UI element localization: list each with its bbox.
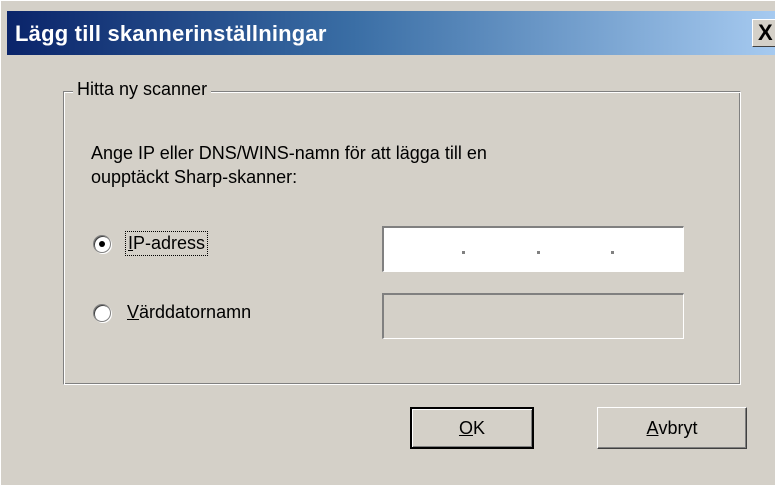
ok-button[interactable]: OK xyxy=(410,407,534,449)
ip-address-input[interactable] xyxy=(382,226,684,272)
hostname-input[interactable] xyxy=(382,293,684,339)
ip-separator-3 xyxy=(611,251,614,254)
ip-address-option[interactable]: IP-adress xyxy=(93,231,209,256)
hostname-option[interactable]: Värddatornamn xyxy=(93,301,253,324)
instruction-line-2: oupptäckt Sharp-skanner: xyxy=(91,167,298,187)
close-button[interactable]: X xyxy=(752,19,775,47)
window-title: Lägg till skannerinställningar xyxy=(15,21,327,46)
close-icon: X xyxy=(758,20,773,45)
cancel-button[interactable]: Avbryt xyxy=(597,407,747,449)
ip-separator-2 xyxy=(537,251,540,254)
radio-selected-dot xyxy=(99,240,105,247)
group-legend: Hitta ny scanner xyxy=(73,79,212,100)
ip-address-label[interactable]: IP-adress xyxy=(125,231,209,256)
ip-separator-1 xyxy=(462,251,465,254)
instruction-text: Ange IP eller DNS/WINS-namn för att lägg… xyxy=(91,141,611,189)
ip-address-radio[interactable] xyxy=(93,234,111,253)
add-scanner-dialog: Lägg till skannerinställningar X Hitta n… xyxy=(0,0,775,485)
instruction-line-1: Ange IP eller DNS/WINS-namn för att lägg… xyxy=(91,143,487,163)
hostname-label[interactable]: Värddatornamn xyxy=(125,301,253,324)
hostname-radio[interactable] xyxy=(93,303,111,322)
title-bar[interactable]: Lägg till skannerinställningar X xyxy=(7,11,775,55)
